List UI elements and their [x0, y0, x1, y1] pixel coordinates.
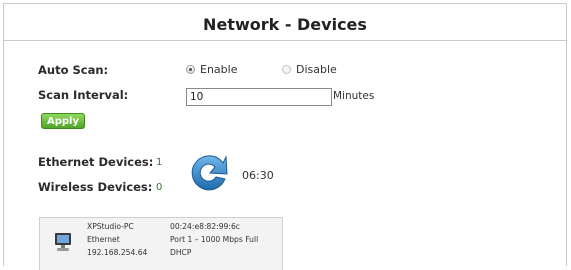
scan-interval-label: Scan Interval:	[38, 88, 129, 102]
page-title: Network - Devices	[203, 15, 367, 34]
scan-interval-unit: Minutes	[333, 90, 375, 102]
device-info-left: XPStudio-PC Ethernet 192.168.254.64	[87, 220, 147, 259]
ethernet-devices-label: Ethernet Devices:	[38, 155, 154, 169]
apply-button[interactable]: Apply	[41, 113, 85, 129]
device-mac: 00:24:e8:82:99:6c	[170, 222, 240, 231]
device-type: Ethernet	[87, 235, 120, 244]
device-card[interactable]: XPStudio-PC Ethernet 192.168.254.64 00:2…	[39, 217, 283, 270]
device-port: Port 1 – 1000 Mbps Full	[170, 235, 259, 244]
wireless-devices-count: 0	[156, 182, 163, 193]
device-name: XPStudio-PC	[87, 222, 134, 231]
auto-scan-enable-radio[interactable]	[186, 65, 195, 74]
auto-scan-label: Auto Scan:	[38, 63, 109, 77]
refresh-countdown: 06:30	[242, 169, 274, 182]
computer-icon	[53, 232, 73, 254]
ethernet-devices-count: 1	[156, 157, 163, 168]
auto-scan-enable-label: Enable	[200, 63, 238, 76]
devices-panel: Network - Devices Auto Scan: Enable Disa…	[3, 3, 567, 270]
auto-scan-disable-option[interactable]: Disable	[282, 63, 337, 76]
device-info-right: 00:24:e8:82:99:6c Port 1 – 1000 Mbps Ful…	[170, 220, 258, 259]
refresh-icon[interactable]	[185, 151, 231, 195]
title-divider	[4, 40, 566, 41]
auto-scan-disable-label: Disable	[296, 63, 337, 76]
auto-scan-disable-radio[interactable]	[282, 65, 291, 74]
auto-scan-enable-option[interactable]: Enable	[186, 63, 237, 76]
device-addressing: DHCP	[170, 248, 192, 257]
device-ip: 192.168.254.64	[87, 248, 148, 257]
wireless-devices-label: Wireless Devices:	[38, 180, 153, 194]
scan-interval-input[interactable]	[186, 88, 332, 106]
